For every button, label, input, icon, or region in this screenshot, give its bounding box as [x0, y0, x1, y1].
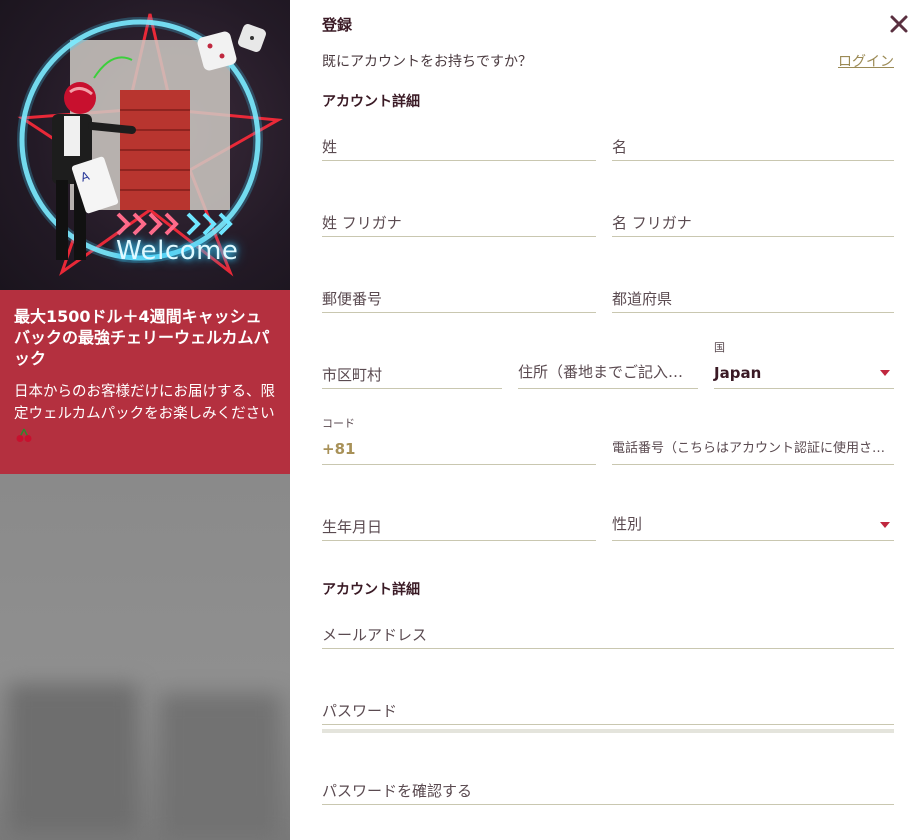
registration-page: A Welcome 最大1500ドル＋4週間キャッシュバックの最強チェリーウェル…: [0, 0, 914, 840]
last-name-kana-field: [322, 195, 596, 237]
postal-code-input[interactable]: [322, 290, 596, 308]
form-title: 登録: [322, 16, 353, 34]
address-input[interactable]: 住所（番地までご記入ください）: [518, 361, 698, 382]
country-label: 国: [714, 341, 725, 354]
country-value: Japan: [714, 364, 762, 382]
account-details-heading-2: アカウント詳細: [322, 582, 420, 598]
postal-code-field: [322, 271, 596, 313]
login-link[interactable]: ログイン: [838, 51, 894, 71]
first-name-field: [612, 119, 894, 161]
address-field: 住所（番地までご記入ください）: [518, 347, 698, 389]
promo-offer-card: 最大1500ドル＋4週間キャッシュバックの最強チェリーウェルカムパック 日本から…: [0, 290, 290, 474]
prefecture-field: [612, 271, 894, 313]
confirm-password-input[interactable]: [322, 782, 894, 800]
phone-code-field[interactable]: コード +81: [322, 417, 596, 465]
cherry-icon: [16, 427, 32, 450]
code-value: +81: [322, 440, 356, 458]
first-name-kana-field: [612, 195, 894, 237]
email-input[interactable]: [322, 626, 894, 644]
city-field: [322, 347, 502, 389]
last-name-kana-input[interactable]: [322, 214, 596, 232]
code-label: コード: [322, 417, 355, 430]
phone-field: 電話番号（こちらはアカウント認証に使用されます）: [612, 423, 894, 465]
caret-down-icon: [880, 522, 890, 528]
email-field: [322, 607, 894, 649]
city-input[interactable]: [322, 366, 502, 384]
password-input[interactable]: [322, 702, 894, 720]
promo-panel: A Welcome 最大1500ドル＋4週間キャッシュバックの最強チェリーウェル…: [0, 0, 290, 840]
account-details-heading: アカウント詳細: [322, 94, 420, 110]
last-name-field: [322, 119, 596, 161]
password-strength-bar: [322, 729, 894, 733]
phone-input[interactable]: 電話番号（こちらはアカウント認証に使用されます）: [612, 437, 894, 456]
last-name-input[interactable]: [322, 138, 596, 156]
welcome-neon-text: Welcome: [116, 236, 239, 266]
country-select[interactable]: 国 Japan: [714, 341, 894, 389]
gender-placeholder: 性別: [612, 515, 643, 533]
first-name-kana-input[interactable]: [612, 214, 894, 232]
first-name-input[interactable]: [612, 138, 894, 156]
have-account-text: 既にアカウントをお持ちですか？: [322, 54, 532, 70]
caret-down-icon: [880, 370, 890, 376]
prefecture-input[interactable]: [612, 290, 894, 308]
promo-title: 最大1500ドル＋4週間キャッシュバックの最強チェリーウェルカムパック: [14, 307, 270, 368]
confirm-password-field: [322, 763, 894, 805]
registration-form: 登録 既にアカウントをお持ちですか？ ログイン アカウント詳細 姓 名 姓 フリ…: [290, 0, 914, 840]
background-blur: [0, 474, 290, 840]
gender-select[interactable]: 性別: [612, 499, 894, 541]
birthdate-input[interactable]: [322, 518, 596, 536]
promo-hero-image: A Welcome: [0, 0, 290, 290]
promo-description: 日本からのお客様だけにお届けする、限定ウェルカムパックをお楽しみください: [14, 381, 276, 450]
promo-description-text: 日本からのお客様だけにお届けする、限定ウェルカムパックをお楽しみください: [14, 384, 275, 422]
password-field: [322, 683, 894, 725]
birthdate-field: [322, 499, 596, 541]
close-icon[interactable]: [888, 13, 910, 35]
